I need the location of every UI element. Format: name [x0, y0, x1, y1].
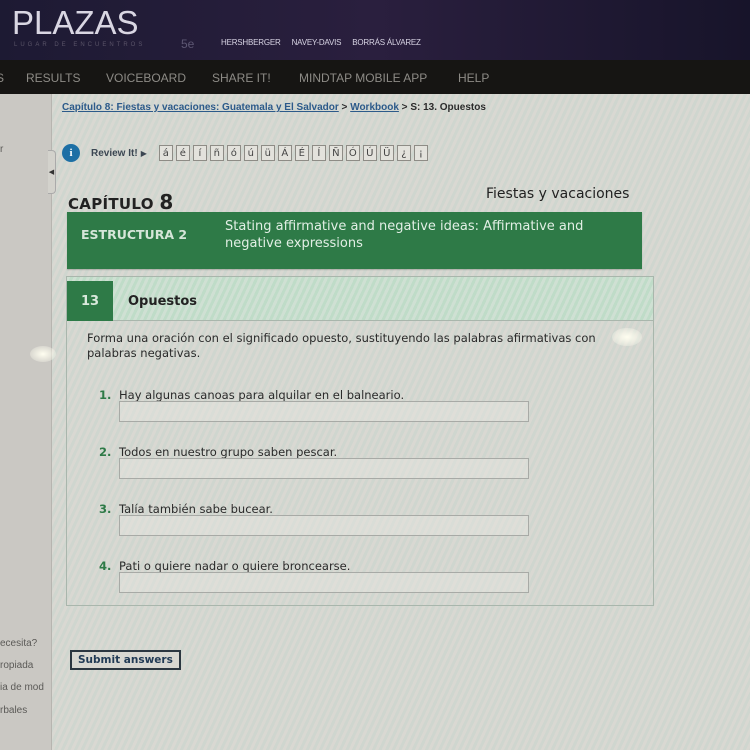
sidebar-item[interactable]: ia de mod — [0, 682, 44, 693]
nav-item-share-it[interactable]: SHARE IT! — [212, 71, 271, 85]
author-name: BORRÁS ÁLVAREZ — [352, 38, 421, 47]
exercise-header: 13 Opuestos — [67, 277, 653, 321]
screen-glare — [30, 346, 56, 362]
char-button[interactable]: é — [175, 145, 190, 161]
char-button[interactable]: ü — [260, 145, 275, 161]
char-button[interactable]: ¡ — [413, 145, 428, 161]
nav-item-partial[interactable]: S — [0, 71, 4, 85]
question-text: Talía también sabe bucear. — [119, 502, 273, 516]
char-button[interactable]: ú — [243, 145, 258, 161]
question-number: 2. — [99, 445, 112, 459]
submit-answers-button[interactable]: Submit answers — [70, 650, 181, 670]
question-number: 4. — [99, 559, 112, 573]
chapter-label: CAPÍTULO — [68, 195, 154, 213]
exercise-panel: 13 Opuestos Forma una oración con el sig… — [66, 276, 654, 606]
answer-input[interactable] — [119, 515, 529, 536]
plazas-logo[interactable]: PLAZAS — [12, 4, 139, 42]
author-list: HERSHBERGER NAVEY-DAVIS BORRÁS ÁLVAREZ — [221, 38, 421, 47]
author-name: NAVEY-DAVIS — [291, 38, 342, 47]
nav-item-mindtap-mobile-app[interactable]: MINDTAP MOBILE APP — [299, 71, 427, 85]
char-button[interactable]: É — [294, 145, 309, 161]
answer-input[interactable] — [119, 401, 529, 422]
question-text: Pati o quiere nadar o quiere broncearse. — [119, 559, 351, 573]
answer-input[interactable] — [119, 572, 529, 593]
exercise-title: Opuestos — [128, 294, 198, 309]
caret-left-icon: ◀ — [48, 168, 55, 176]
char-button[interactable]: Ñ — [328, 145, 343, 161]
screen-glare — [612, 328, 642, 346]
chapter-heading: CAPÍTULO 8 — [68, 190, 174, 214]
char-button[interactable]: í — [192, 145, 207, 161]
char-button[interactable]: Á — [277, 145, 292, 161]
answer-input[interactable] — [119, 458, 529, 479]
sidebar-item[interactable]: ecesita? — [0, 638, 37, 649]
char-button[interactable]: Ü — [379, 145, 394, 161]
nav-item-help[interactable]: HELP — [458, 71, 489, 85]
exercise-instructions: Forma una oración con el significado opu… — [87, 331, 596, 360]
info-icon[interactable]: i — [62, 144, 80, 162]
chapter-subtitle: Fiestas y vacaciones — [486, 186, 630, 202]
review-toolbar: i Review It! ▶ á é í ñ ó ú ü Á É Í Ñ Ó Ú… — [62, 140, 428, 166]
chapter-number: 8 — [159, 190, 174, 214]
exercise-number: 13 — [67, 281, 113, 321]
estructura-description: Stating affirmative and negative ideas: … — [225, 219, 584, 251]
sidebar: r ecesita? ropiada ia de mod rbales — [0, 94, 52, 750]
sidebar-collapse-handle[interactable]: ◀ — [48, 150, 56, 194]
special-characters: á é í ñ ó ú ü Á É Í Ñ Ó Ú Ü ¿ ¡ — [158, 145, 428, 161]
breadcrumb-chapter-link[interactable]: Capítulo 8: Fiestas y vacaciones: Guatem… — [62, 102, 339, 113]
question-number: 1. — [99, 388, 112, 402]
estructura-banner: ESTRUCTURA 2 Stating affirmative and neg… — [67, 212, 642, 269]
nav-item-voiceboard[interactable]: VOICEBOARD — [106, 71, 186, 85]
breadcrumb-current: S: 13. Opuestos — [410, 102, 486, 113]
question-number: 3. — [99, 502, 112, 516]
review-it-link[interactable]: Review It! — [91, 148, 138, 159]
logo-tagline: LUGAR DE ENCUENTROS — [14, 42, 146, 48]
sidebar-item[interactable]: rbales — [0, 705, 27, 716]
sidebar-item[interactable]: r — [0, 144, 3, 155]
char-button[interactable]: ó — [226, 145, 241, 161]
char-button[interactable]: Ó — [345, 145, 360, 161]
char-button[interactable]: ¿ — [396, 145, 411, 161]
char-button[interactable]: Í — [311, 145, 326, 161]
app-header: PLAZAS LUGAR DE ENCUENTROS 5e HERSHBERGE… — [0, 0, 750, 60]
estructura-label: ESTRUCTURA 2 — [81, 227, 188, 242]
question-text: Todos en nuestro grupo saben pescar. — [119, 445, 338, 459]
nav-item-results[interactable]: RESULTS — [26, 71, 80, 85]
char-button[interactable]: ñ — [209, 145, 224, 161]
char-button[interactable]: á — [158, 145, 173, 161]
breadcrumb-separator: > — [338, 102, 351, 113]
play-arrow-icon: ▶ — [140, 148, 147, 158]
author-name: HERSHBERGER — [221, 38, 281, 47]
sidebar-item[interactable]: ropiada — [0, 660, 33, 671]
char-button[interactable]: Ú — [362, 145, 377, 161]
breadcrumb-separator: > — [398, 102, 411, 113]
edition-label: 5e — [181, 37, 195, 51]
breadcrumb: Capítulo 8: Fiestas y vacaciones: Guatem… — [62, 102, 486, 113]
breadcrumb-workbook-link[interactable]: Workbook — [350, 102, 399, 113]
main-nav: S RESULTS VOICEBOARD SHARE IT! MINDTAP M… — [0, 60, 750, 94]
question-text: Hay algunas canoas para alquilar en el b… — [119, 388, 405, 402]
